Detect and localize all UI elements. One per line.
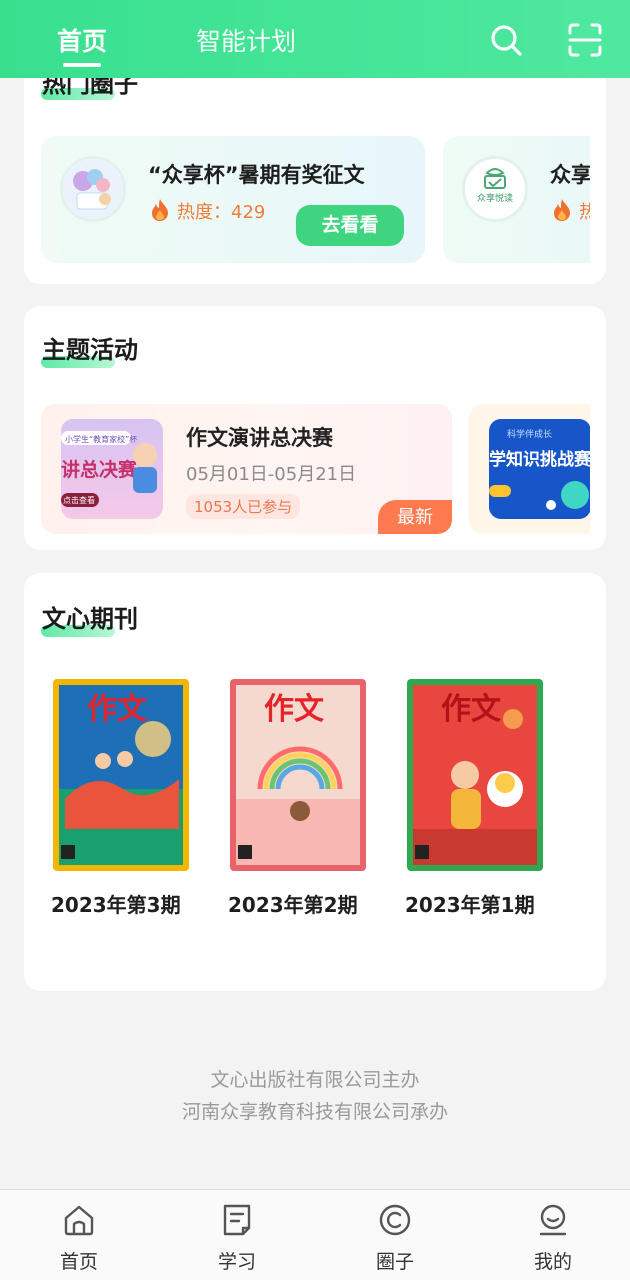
circle-heat: 热 — [551, 198, 590, 224]
nav-study[interactable]: 学习 — [187, 1190, 287, 1280]
tab-home[interactable]: 首页 — [57, 22, 108, 67]
activity-participants: 1053人已参与 — [186, 494, 301, 519]
go-see-button[interactable]: 去看看 — [296, 205, 404, 246]
journal-cover: 作文 — [53, 679, 189, 871]
newest-badge: 最新 — [378, 500, 452, 534]
circle-avatar: 众享悦读 — [462, 156, 528, 222]
circle-heat: 热度：429 — [149, 198, 265, 224]
tab-active-indicator — [63, 63, 101, 67]
footer-undertaker: 河南众享教育科技有限公司承办 — [181, 1101, 448, 1123]
thumb-top-text: 小学生“教育家校”杯 — [65, 434, 137, 444]
journal-cover: 作文 — [407, 679, 543, 871]
cover-title: 作文 — [441, 692, 501, 727]
flame-icon — [551, 198, 573, 222]
thumb-top-text: 科学伴成长 — [507, 428, 552, 440]
tab-smart-plan[interactable]: 智能计划 — [196, 22, 296, 58]
tab-smart-plan-label: 智能计划 — [196, 27, 297, 56]
activity-item[interactable]: 科学伴成长 学知识挑战赛 — [469, 404, 590, 534]
activity-thumbnail: 小学生“教育家校”杯 讲总决赛 点击查看 — [61, 419, 163, 519]
journal-issue[interactable]: 作文 2023年第3期 — [51, 679, 189, 918]
journals-card: 文心期刊 作文 2023年第3期 作文 2023年第2期 作文 2023年第1期 — [24, 573, 606, 991]
journal-issue[interactable]: 作文 2023年第1期 — [405, 679, 543, 918]
search-icon[interactable] — [488, 22, 524, 58]
bottom-nav: 首页 学习 圈子 我的 — [0, 1189, 630, 1280]
activity-title: 作文演讲总决赛 — [186, 426, 333, 450]
nav-circle[interactable]: 圈子 — [345, 1190, 445, 1280]
circle-avatar-text: 众享悦读 — [477, 192, 513, 204]
home-icon — [61, 1202, 97, 1238]
cover-title: 作文 — [87, 692, 147, 727]
circle-name: “众享杯”暑期有奖征文 — [148, 163, 365, 187]
circle-heat-label: 热 — [579, 202, 590, 223]
journal-label: 2023年第1期 — [405, 893, 535, 917]
journal-label: 2023年第2期 — [228, 893, 358, 917]
footer-organizer: 文心出版社有限公司主办 — [210, 1069, 420, 1091]
tab-home-label: 首页 — [57, 27, 108, 56]
study-icon — [219, 1202, 255, 1238]
journal-cover: 作文 — [230, 679, 366, 871]
hot-circles-list[interactable]: “众享杯”暑期有奖征文 热度：429 去看看 众享悦读 众享 热 — [41, 136, 590, 266]
hot-circle-item[interactable]: 众享悦读 众享 热 — [443, 136, 590, 263]
nav-home[interactable]: 首页 — [29, 1190, 129, 1280]
nav-study-label: 学习 — [217, 1251, 256, 1273]
nav-mine[interactable]: 我的 — [503, 1190, 603, 1280]
nav-circle-label: 圈子 — [375, 1251, 414, 1273]
nav-home-label: 首页 — [59, 1251, 98, 1273]
activity-item[interactable]: 小学生“教育家校”杯 讲总决赛 点击查看 作文演讲总决赛 05月01日-05月2… — [41, 404, 452, 534]
nav-mine-label: 我的 — [533, 1251, 572, 1273]
activity-date: 05月01日-05月21日 — [186, 464, 357, 485]
top-header: 首页 智能计划 — [0, 0, 630, 78]
activities-card: 主题活动 小学生“教育家校”杯 讲总决赛 点击查看 作文演讲总决赛 05月01日… — [24, 306, 606, 550]
scan-icon[interactable] — [567, 22, 603, 58]
profile-icon — [535, 1202, 571, 1238]
hot-circle-item[interactable]: “众享杯”暑期有奖征文 热度：429 去看看 — [41, 136, 425, 263]
flame-icon — [149, 198, 171, 222]
thumb-title-text: 讲总决赛 — [61, 458, 138, 481]
hot-circles-card: 热门圈子 “众享杯”暑期有奖征文 热度：429 去看看 众享悦读 众享 热 — [24, 60, 606, 284]
journal-issue[interactable]: 作文 2023年第2期 — [228, 679, 366, 918]
journals-title: 文心期刊 — [42, 605, 138, 633]
activities-list[interactable]: 小学生“教育家校”杯 讲总决赛 点击查看 作文演讲总决赛 05月01日-05月2… — [41, 404, 590, 536]
activities-title: 主题活动 — [42, 336, 138, 364]
circle-icon — [377, 1202, 413, 1238]
cover-title: 作文 — [264, 692, 324, 727]
circle-name: 众享 — [550, 163, 590, 187]
circle-avatar — [60, 156, 126, 222]
journal-label: 2023年第3期 — [51, 893, 181, 917]
circle-heat-label: 热度： — [177, 202, 231, 223]
circle-heat-value: 429 — [231, 202, 266, 223]
activity-thumbnail: 科学伴成长 学知识挑战赛 — [489, 419, 590, 519]
thumb-title-text: 学知识挑战赛 — [489, 449, 590, 470]
thumb-button-text: 点击查看 — [63, 495, 95, 505]
